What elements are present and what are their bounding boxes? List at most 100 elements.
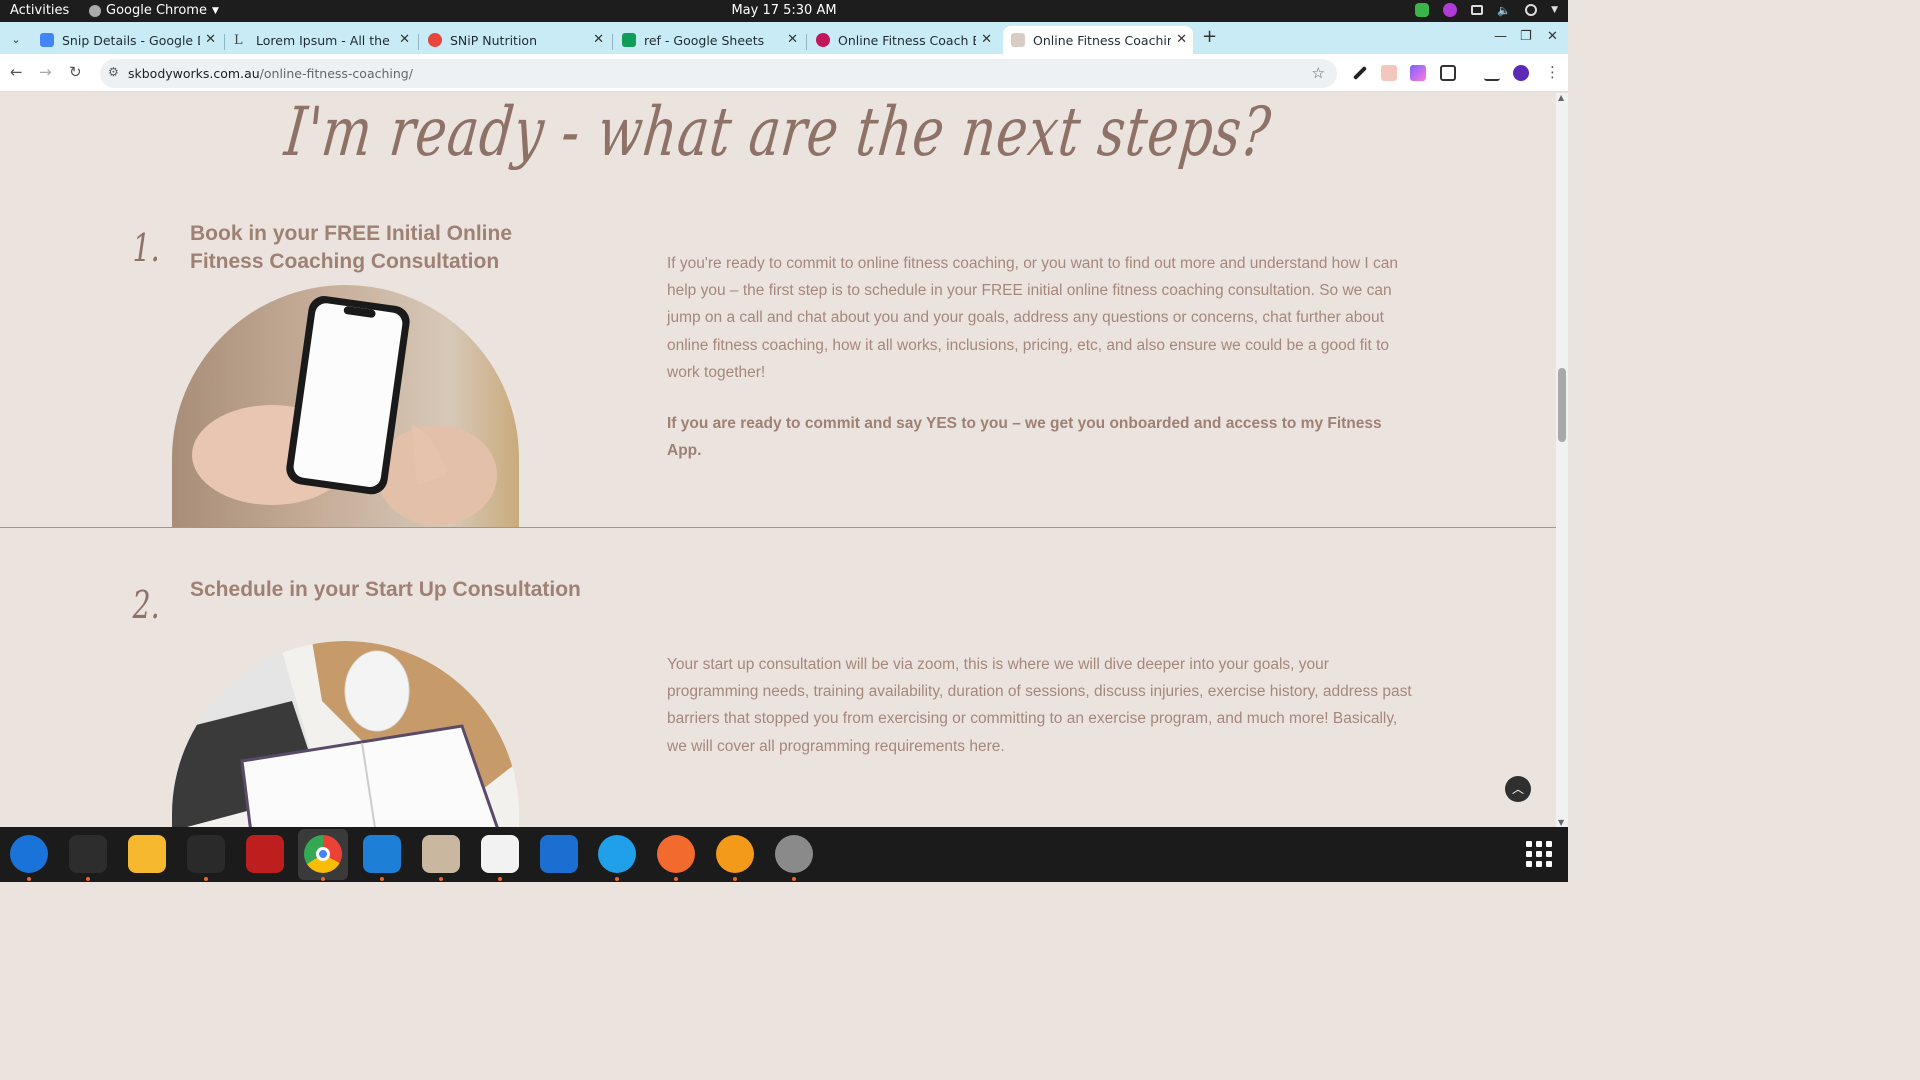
- puzzle-extensions-icon[interactable]: [1440, 65, 1456, 81]
- app-menu[interactable]: Google Chrome ▼: [89, 3, 219, 18]
- scroll-down-arrow-icon[interactable]: ▼: [1558, 818, 1564, 827]
- bookmark-star-icon[interactable]: ☆: [1312, 64, 1325, 82]
- disk-icon[interactable]: [775, 835, 813, 873]
- tab-snip-details[interactable]: Snip Details - Google Do ✕: [32, 26, 222, 54]
- close-icon[interactable]: ✕: [1176, 32, 1187, 47]
- site-info-icon[interactable]: ⚙: [108, 65, 119, 79]
- close-icon[interactable]: ✕: [593, 32, 604, 47]
- url-text[interactable]: skbodyworks.com.au/online-fitness-coachi…: [128, 66, 413, 81]
- minimize-button[interactable]: —: [1494, 29, 1507, 44]
- step-number: 1.: [132, 226, 160, 270]
- tab-title: Snip Details - Google Do: [62, 32, 200, 48]
- address-bar[interactable]: ⚙ skbodyworks.com.au/online-fitness-coac…: [100, 59, 1337, 88]
- step-body: Your start up consultation will be via z…: [667, 656, 1412, 755]
- close-icon[interactable]: ✕: [205, 32, 216, 47]
- tab-title: Online Fitness Coach Bri: [838, 32, 976, 48]
- calendar-extension-icon[interactable]: [1381, 65, 1397, 81]
- snip-nutrition-icon: [428, 33, 442, 47]
- tab-online-fitness-coaching[interactable]: Online Fitness Coaching ✕: [1003, 26, 1193, 54]
- section-divider: [0, 527, 1556, 528]
- inkscape-icon[interactable]: [657, 835, 695, 873]
- show-apps-grid-icon[interactable]: [1526, 841, 1552, 867]
- url-domain: skbodyworks.com.au: [128, 66, 260, 81]
- close-icon[interactable]: ✕: [399, 32, 410, 47]
- step-body: If you're ready to commit to online fitn…: [667, 255, 1399, 381]
- close-icon[interactable]: ✕: [981, 32, 992, 47]
- tab-title: Online Fitness Coaching: [1033, 32, 1171, 48]
- chevron-down-icon[interactable]: ▼: [1551, 5, 1558, 15]
- fitness-site-icon: [1011, 33, 1025, 47]
- thunderbird-icon[interactable]: [10, 835, 48, 873]
- forward-icon[interactable]: →: [39, 63, 52, 81]
- hotspot-icon[interactable]: [716, 835, 754, 873]
- reload-icon[interactable]: ↻: [69, 63, 82, 81]
- phone-illustration: [192, 296, 497, 525]
- tab-title: SNiP Nutrition: [450, 32, 537, 48]
- pen-extension-icon[interactable]: [1410, 65, 1426, 81]
- back-icon[interactable]: ←: [10, 63, 23, 81]
- step-emphasis: If you are ready to commit and say YES t…: [667, 415, 1382, 460]
- new-tab-button[interactable]: +: [1202, 26, 1217, 47]
- google-docs-icon: [40, 33, 54, 47]
- profile-avatar[interactable]: [1513, 65, 1529, 81]
- chrome-app-icon: [89, 4, 101, 17]
- scroll-to-top-button[interactable]: ︿: [1505, 776, 1531, 802]
- text-editor-icon[interactable]: [481, 835, 519, 873]
- system-tray[interactable]: 🔈 ▼: [1415, 3, 1558, 17]
- section-heading: I'm ready - what are the next steps?: [281, 94, 1275, 172]
- network-icon: [1471, 5, 1484, 15]
- google-sheets-icon: [622, 33, 636, 47]
- terminal-icon[interactable]: [69, 835, 107, 873]
- scrollbar-thumb[interactable]: [1558, 368, 1566, 442]
- running-indicator: [27, 877, 31, 881]
- close-icon[interactable]: ✕: [787, 32, 798, 47]
- tab-divider: [224, 34, 225, 50]
- step-title: Schedule in your Start Up Consultation: [190, 578, 581, 601]
- chrome-menu-icon[interactable]: ⋮: [1545, 63, 1560, 81]
- clock[interactable]: May 17 5:30 AM: [0, 3, 1568, 18]
- running-indicator: [321, 877, 325, 881]
- restore-button[interactable]: ❐: [1520, 29, 1532, 44]
- chrome-icon[interactable]: [304, 835, 342, 873]
- page-scrollbar[interactable]: ▲ ▼: [1556, 93, 1568, 827]
- shield-icon[interactable]: [1415, 3, 1430, 17]
- activities-button[interactable]: Activities: [10, 3, 69, 18]
- app-name: Google Chrome: [106, 3, 207, 18]
- tab-search-icon[interactable]: ⌄: [6, 30, 26, 50]
- page-content: I'm ready - what are the next steps? 1. …: [0, 93, 1556, 827]
- eyedropper-extension-icon[interactable]: [1352, 65, 1368, 81]
- system-monitor-icon[interactable]: [187, 835, 225, 873]
- running-indicator: [86, 877, 90, 881]
- running-indicator: [733, 877, 737, 881]
- document-viewer-icon[interactable]: [540, 835, 578, 873]
- scroll-up-arrow-icon[interactable]: ▲: [1558, 93, 1564, 102]
- laptop-planner-image: [172, 641, 519, 827]
- skype-icon[interactable]: [598, 835, 636, 873]
- filezilla-icon[interactable]: [246, 835, 284, 873]
- tab-ref-sheets[interactable]: ref - Google Sheets ✕: [614, 26, 804, 54]
- tab-title: Lorem Ipsum - All the fac: [256, 32, 394, 48]
- running-indicator: [204, 877, 208, 881]
- vscode-icon[interactable]: [363, 835, 401, 873]
- fitness-site-icon: [816, 33, 830, 47]
- browser-toolbar: ← → ↻ ⚙ skbodyworks.com.au/online-fitnes…: [0, 54, 1568, 92]
- volume-icon: 🔈: [1497, 3, 1512, 17]
- tab-title: ref - Google Sheets: [644, 32, 765, 48]
- tab-divider: [418, 34, 419, 50]
- close-window-button[interactable]: ✕: [1547, 29, 1558, 44]
- dock: [0, 827, 1568, 882]
- running-indicator: [380, 877, 384, 881]
- url-path: /online-fitness-coaching/: [259, 66, 413, 81]
- desk-illustration: [172, 641, 519, 827]
- calculator-icon[interactable]: [128, 835, 166, 873]
- running-indicator: [674, 877, 678, 881]
- color-picker-icon[interactable]: [1443, 3, 1458, 17]
- tab-lorem-ipsum[interactable]: L Lorem Ipsum - All the fac ✕: [226, 26, 416, 54]
- chevron-down-icon: ▼: [211, 5, 219, 16]
- tab-online-fitness-coach[interactable]: Online Fitness Coach Bri ✕: [808, 26, 998, 54]
- tab-snip-nutrition[interactable]: SNiP Nutrition ✕: [420, 26, 610, 54]
- running-indicator: [615, 877, 619, 881]
- download-icon[interactable]: [1484, 65, 1500, 81]
- phone-in-hands-image: [172, 285, 519, 527]
- files-icon[interactable]: [422, 835, 460, 873]
